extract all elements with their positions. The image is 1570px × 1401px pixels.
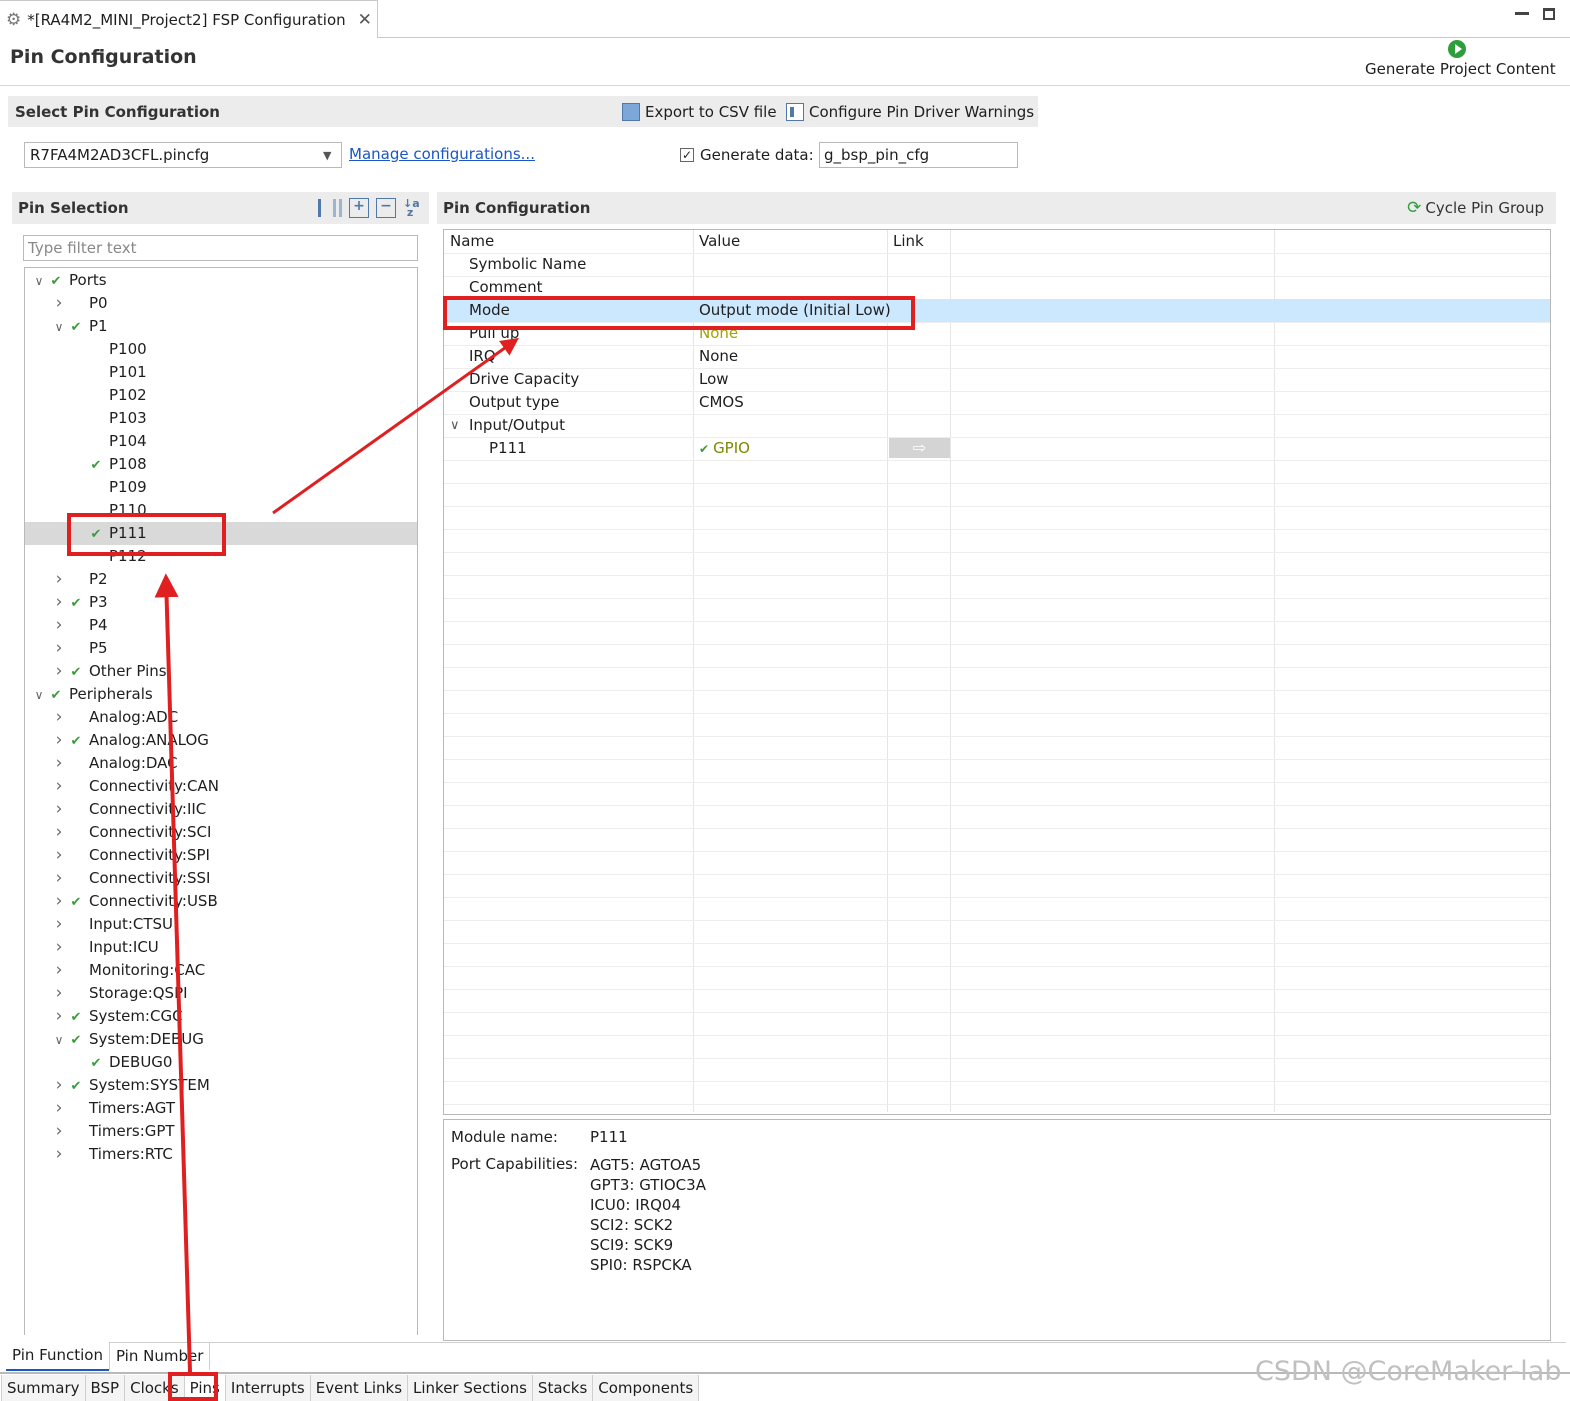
arrow-tab-to-tree (154, 573, 192, 1373)
annotation-arrows (154, 337, 519, 1373)
arrow-tree-to-mode (272, 337, 519, 515)
